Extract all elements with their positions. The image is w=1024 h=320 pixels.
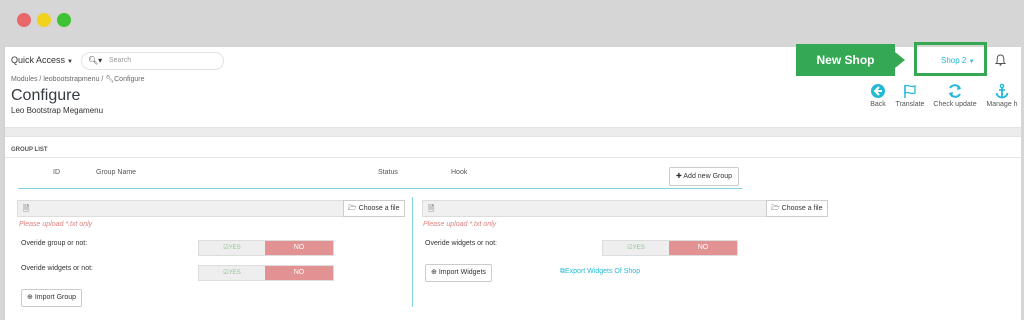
file-icon: 🗎 bbox=[23, 204, 30, 213]
page-subtitle: Leo Bootstrap Megamenu bbox=[11, 106, 104, 115]
search-icon[interactable]: 🔍︎▾ bbox=[88, 56, 102, 65]
upload-note: Please upload *.txt only bbox=[423, 221, 497, 228]
export-widgets-label: Export Widgets Of Shop bbox=[565, 268, 641, 275]
widgets-file-input[interactable]: 🗎 bbox=[422, 200, 767, 217]
override-widgets-toggle-left[interactable]: ☑YES NO bbox=[198, 265, 334, 281]
import-group-button[interactable]: ⊕ Import Group bbox=[21, 289, 83, 307]
column-header-hook: Hook bbox=[451, 169, 468, 176]
choose-file-label: Choose a file bbox=[358, 205, 400, 212]
manage-hooks-label: Manage h bbox=[986, 101, 1018, 108]
yes-label: YES bbox=[228, 245, 241, 251]
page-title: Configure bbox=[11, 87, 81, 104]
add-new-group-button[interactable]: ✚ Add new Group bbox=[669, 167, 739, 186]
flag-icon bbox=[904, 84, 916, 98]
back-label: Back bbox=[870, 101, 886, 108]
breadcrumb-item-configure: Configure bbox=[114, 76, 145, 83]
upload-circle-icon: ⊕ bbox=[27, 294, 33, 301]
minimize-window-dot[interactable] bbox=[37, 13, 51, 27]
override-widgets-label: Overide widgets or not: bbox=[21, 265, 93, 272]
browser-frame: Quick Access ▼ 🔍︎▾ Search Shop 2 ▼ Module… bbox=[0, 0, 1024, 320]
choose-widgets-file-button[interactable]: 🗁 Choose a file bbox=[766, 200, 828, 217]
quick-access-label: Quick Access bbox=[11, 55, 66, 65]
yes-label: YES bbox=[228, 270, 241, 276]
breadcrumb: Modules / leobootstrapmenu / 🔧︎Configure bbox=[11, 75, 144, 83]
panel-heading: GROUP LIST bbox=[11, 147, 48, 153]
search-input[interactable]: 🔍︎▾ Search bbox=[81, 52, 224, 70]
manage-hooks-button[interactable]: Manage h bbox=[983, 83, 1021, 108]
plus-icon: ✚ bbox=[675, 173, 682, 180]
folder-icon: 🗁 bbox=[348, 205, 357, 212]
translate-label: Translate bbox=[895, 101, 925, 108]
callout-arrow bbox=[895, 52, 905, 68]
import-group-label: Import Group bbox=[34, 294, 77, 301]
import-widgets-button[interactable]: ⊕ Import Widgets bbox=[425, 264, 492, 282]
add-new-group-label: Add new Group bbox=[683, 173, 733, 180]
no-option[interactable]: NO bbox=[265, 241, 333, 255]
refresh-icon bbox=[949, 84, 961, 98]
upload-note: Please upload *.txt only bbox=[19, 221, 93, 228]
section-divider bbox=[5, 127, 1021, 137]
anchor-icon bbox=[995, 83, 1009, 99]
choose-file-label: Choose a file bbox=[781, 205, 823, 212]
maximize-window-dot[interactable] bbox=[57, 13, 71, 27]
check-update-label: Check update bbox=[933, 101, 977, 108]
choose-group-file-button[interactable]: 🗁 Choose a file bbox=[343, 200, 405, 217]
column-divider bbox=[412, 197, 413, 307]
override-group-toggle[interactable]: ☑YES NO bbox=[198, 240, 334, 256]
breadcrumb-separator: / bbox=[39, 76, 42, 83]
wrench-icon: 🔧︎ bbox=[105, 76, 115, 83]
admin-page: Quick Access ▼ 🔍︎▾ Search Shop 2 ▼ Module… bbox=[4, 47, 1021, 320]
search-placeholder: Search bbox=[109, 57, 132, 64]
back-arrow-icon bbox=[871, 84, 885, 98]
yes-option[interactable]: ☑YES bbox=[199, 266, 265, 280]
no-option[interactable]: NO bbox=[669, 241, 737, 255]
yes-option[interactable]: ☑YES bbox=[199, 241, 265, 255]
quick-access-menu[interactable]: Quick Access ▼ bbox=[11, 55, 73, 65]
translate-button[interactable]: Translate bbox=[893, 83, 927, 108]
override-group-label: Overide group or not: bbox=[21, 240, 88, 247]
breadcrumb-item-modules[interactable]: Modules bbox=[11, 76, 37, 83]
override-widgets-toggle-right[interactable]: ☑YES NO bbox=[602, 240, 738, 256]
yes-label: YES bbox=[632, 245, 645, 251]
bell-icon[interactable] bbox=[994, 54, 1007, 69]
close-window-dot[interactable] bbox=[17, 13, 31, 27]
breadcrumb-item-module[interactable]: leobootstrapmenu bbox=[43, 76, 99, 83]
new-shop-callout: New Shop bbox=[796, 44, 895, 76]
export-widgets-link[interactable]: ⧉Export Widgets Of Shop bbox=[560, 268, 640, 276]
override-widgets-label: Overide widgets or not: bbox=[425, 240, 497, 247]
breadcrumb-separator: / bbox=[101, 76, 104, 83]
no-option[interactable]: NO bbox=[265, 266, 333, 280]
column-header-id: ID bbox=[53, 169, 60, 176]
column-header-group-name: Group Name bbox=[96, 169, 137, 176]
yes-option[interactable]: ☑YES bbox=[603, 241, 669, 255]
upload-circle-icon: ⊕ bbox=[431, 269, 437, 276]
shop-selector-highlight bbox=[914, 42, 987, 76]
import-widgets-label: Import Widgets bbox=[438, 269, 486, 276]
column-header-status: Status bbox=[378, 169, 398, 176]
file-icon: 🗎 bbox=[428, 204, 435, 213]
group-file-input[interactable]: 🗎 bbox=[17, 200, 345, 217]
folder-icon: 🗁 bbox=[771, 205, 780, 212]
list-underline bbox=[18, 188, 742, 189]
check-update-button[interactable]: Check update bbox=[931, 83, 979, 108]
back-button[interactable]: Back bbox=[866, 83, 890, 108]
panel-divider bbox=[5, 157, 1021, 158]
chevron-down-icon: ▼ bbox=[67, 59, 73, 65]
